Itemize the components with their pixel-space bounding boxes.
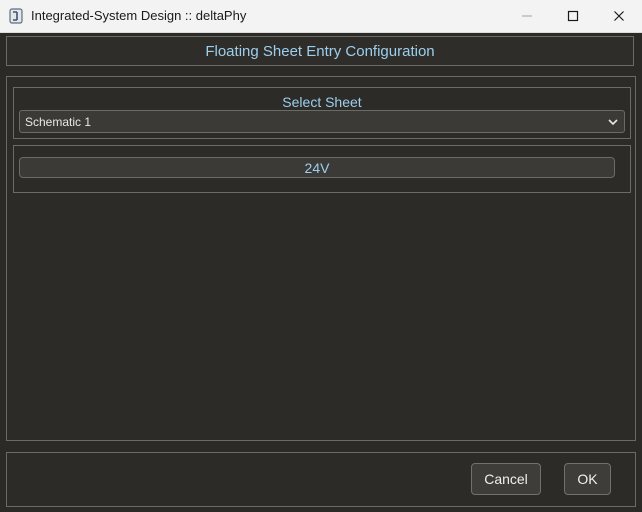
close-button[interactable] bbox=[596, 0, 642, 32]
main-panel: Select Sheet Schematic 1 24V bbox=[6, 76, 636, 441]
window-title: Integrated-System Design :: deltaPhy bbox=[31, 8, 247, 23]
maximize-button[interactable] bbox=[550, 0, 596, 32]
entry-button-24v[interactable]: 24V bbox=[19, 157, 615, 178]
ok-button[interactable]: OK bbox=[564, 463, 611, 495]
close-icon bbox=[614, 11, 624, 21]
maximize-icon bbox=[567, 10, 579, 22]
minimize-icon bbox=[522, 15, 532, 17]
sheet-select-value: Schematic 1 bbox=[25, 114, 92, 129]
sheet-select[interactable]: Schematic 1 bbox=[19, 110, 625, 133]
app-icon bbox=[9, 8, 23, 24]
dialog-title: Floating Sheet Entry Configuration bbox=[205, 42, 435, 60]
chevron-down-icon bbox=[608, 119, 618, 126]
dialog-header: Floating Sheet Entry Configuration bbox=[6, 36, 634, 66]
select-sheet-group: Select Sheet Schematic 1 bbox=[13, 87, 631, 139]
cancel-button[interactable]: Cancel bbox=[471, 463, 541, 495]
minimize-button[interactable] bbox=[504, 0, 550, 32]
dialog-footer: Cancel OK bbox=[6, 452, 636, 507]
entries-group: 24V bbox=[13, 145, 631, 193]
title-bar[interactable]: Integrated-System Design :: deltaPhy bbox=[0, 0, 642, 33]
select-sheet-label: Select Sheet bbox=[282, 94, 362, 110]
